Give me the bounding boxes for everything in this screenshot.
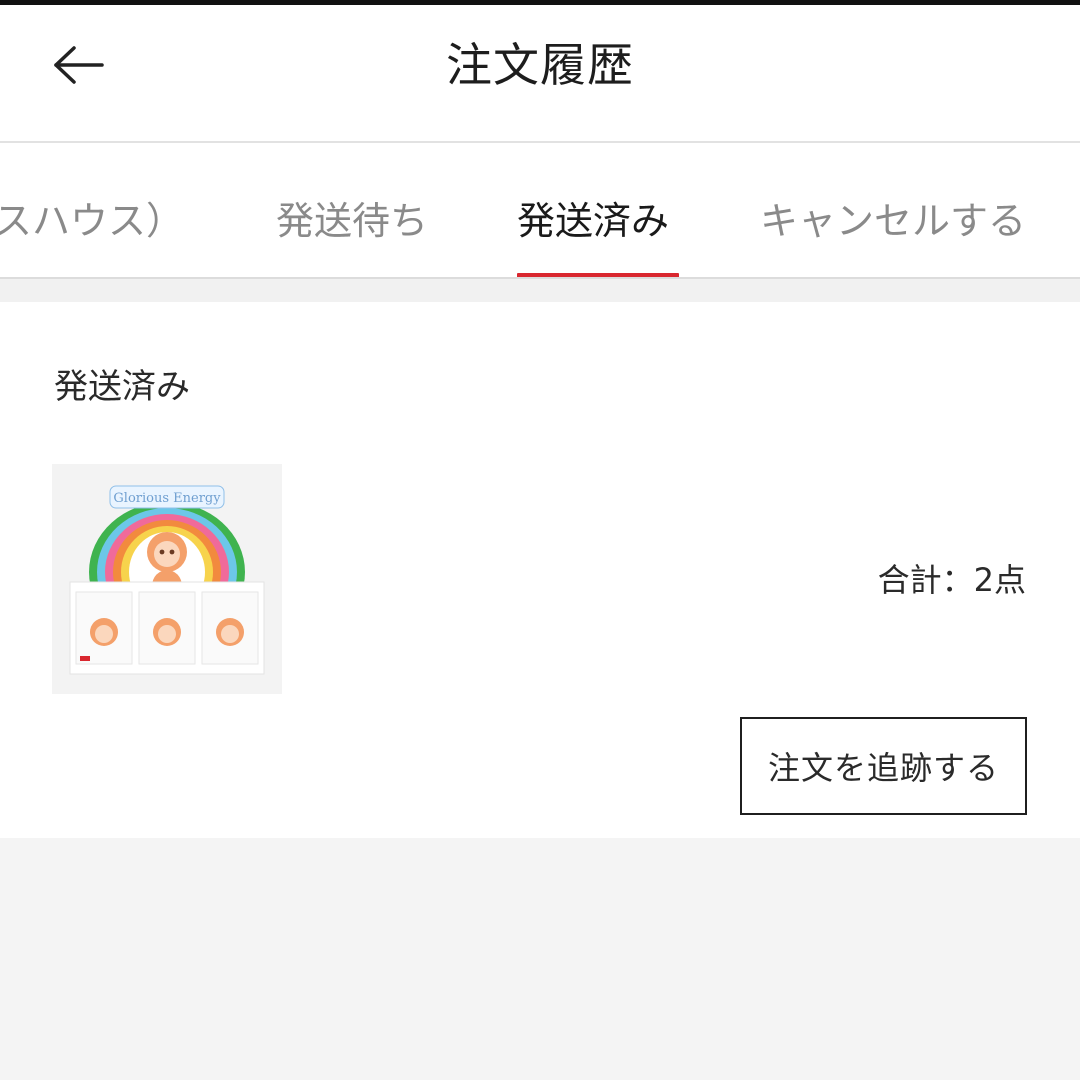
tab-awaiting-shipment[interactable]: 発送待ち bbox=[276, 193, 428, 249]
tab-shipped[interactable]: 発送済み bbox=[517, 193, 669, 249]
order-total-count: 合計：2点 bbox=[877, 561, 1026, 599]
tab-share-house[interactable]: スハウス） bbox=[0, 193, 184, 249]
header-bar: 注文履歴 bbox=[0, 5, 1080, 143]
order-history-screen: 注文履歴 スハウス） 発送待ち 発送済み キャンセルする 発送済み Glorio… bbox=[0, 0, 1080, 1080]
order-card: 発送済み Glorious Energy 合計：2点 注文を追跡する bbox=[0, 302, 1080, 838]
tab-cancelled[interactable]: キャンセルする bbox=[760, 193, 1026, 249]
product-image[interactable]: Glorious Energy bbox=[52, 464, 282, 694]
page-title: 注文履歴 bbox=[446, 38, 634, 92]
track-order-button[interactable]: 注文を追跡する bbox=[740, 717, 1027, 815]
section-divider bbox=[0, 279, 1080, 302]
order-status-tabs: スハウス） 発送待ち 発送済み キャンセルする bbox=[0, 143, 1080, 279]
product-brand-text: Glorious Energy bbox=[113, 491, 221, 506]
order-status: 発送済み bbox=[54, 367, 190, 407]
